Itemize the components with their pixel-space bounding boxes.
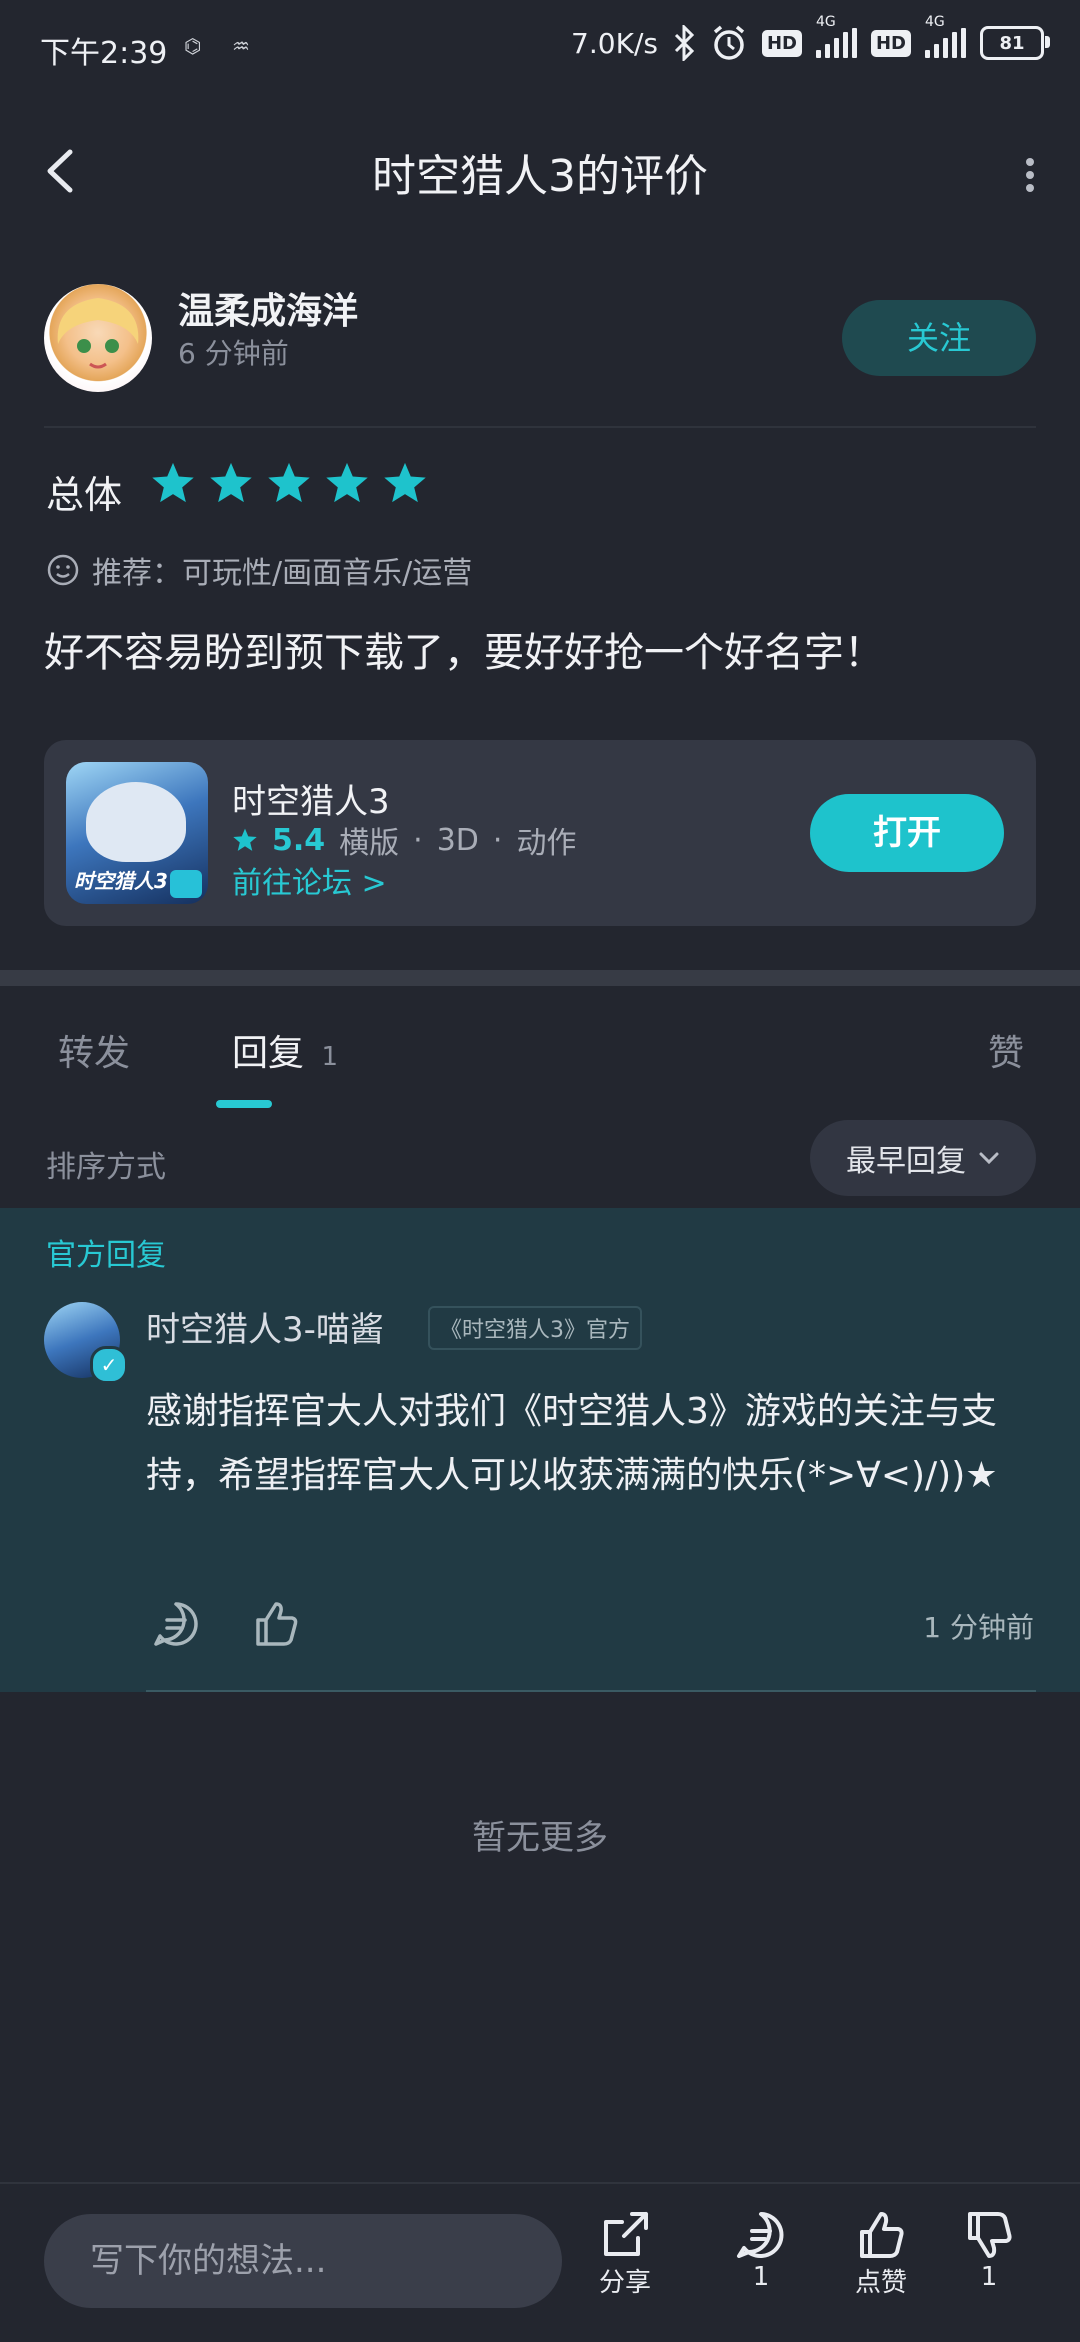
dislike-count: 1 <box>980 2262 998 2292</box>
thumbs-up-icon[interactable] <box>250 1598 302 1650</box>
notification-icon: ⌬ <box>184 34 202 58</box>
star-icon <box>233 828 257 851</box>
battery-icon: 81 <box>980 26 1050 60</box>
tab-indicator <box>216 1100 272 1108</box>
recommend-row: 推荐：可玩性/画面音乐/运营 <box>46 548 472 592</box>
tag-separator: · <box>492 822 503 858</box>
game-tag: 3D <box>436 822 479 858</box>
official-reply-text: 感谢指挥官大人对我们《时空猎人3》游戏的关注与支持，希望指挥官大人可以收获满满的… <box>146 1391 998 1496</box>
star-icon <box>210 462 252 503</box>
sort-value: 最早回复 <box>846 1144 966 1179</box>
sort-dropdown[interactable]: 最早回复 <box>810 1120 1036 1196</box>
game-tag: 动作 <box>516 826 577 861</box>
official-reply-label: 官方回复 <box>46 1238 166 1273</box>
game-name: 时空猎人3 <box>232 782 390 822</box>
reply-divider <box>146 1690 1036 1692</box>
tag-separator: · <box>413 822 423 858</box>
sort-label: 排序方式 <box>46 1150 166 1185</box>
thumbs-up-icon <box>860 2212 904 2258</box>
more-vertical-icon[interactable] <box>1020 150 1040 200</box>
comment-icon <box>737 2212 784 2258</box>
share-label: 分享 <box>598 2268 651 2298</box>
dislike-button[interactable]: 1 <box>962 2208 1016 2292</box>
tv-badge-icon <box>170 870 202 898</box>
star-icon <box>326 462 368 503</box>
official-tag: 《时空猎人3》官方 <box>428 1306 642 1350</box>
status-bar: 下午2:39 ⌬ ♒ 7.0K/s HD 4G HD 4G 81 <box>0 0 1080 96</box>
alarm-icon <box>713 25 745 60</box>
comment-input[interactable]: 写下你的想法... <box>44 2214 562 2308</box>
signal-bars-icon <box>815 28 857 58</box>
net-speed: 7.0K/s <box>571 26 658 60</box>
share-icon <box>604 2212 648 2256</box>
anime-avatar-icon <box>57 298 139 369</box>
comments-count: 1 <box>752 2262 770 2292</box>
review-text: 好不容易盼到预下载了，要好好抢一个好名字！ <box>44 630 884 676</box>
thumbs-down-icon <box>968 2212 1012 2258</box>
star-icon <box>384 462 426 503</box>
tab-reply-label: 回复 <box>232 1033 305 1074</box>
official-reply-time: 1 分钟前 <box>923 1611 1034 1644</box>
star-icon <box>152 462 194 503</box>
divider <box>44 426 1036 428</box>
follow-button[interactable]: 关注 <box>842 300 1036 376</box>
author-avatar[interactable] <box>44 284 152 392</box>
hd-badge-1: HD <box>761 29 802 57</box>
game-logo-text: 时空猎人3 <box>74 869 168 893</box>
bluetooth-icon <box>674 25 695 61</box>
comment-icon[interactable] <box>150 1598 202 1650</box>
tab-forward[interactable]: 转发 <box>58 1024 130 1076</box>
tab-reply[interactable]: 回复 1 <box>232 1024 338 1076</box>
author-name[interactable]: 温柔成海洋 <box>178 282 358 334</box>
open-game-button[interactable]: 打开 <box>810 794 1004 872</box>
wolf-illustration <box>86 782 186 862</box>
game-meta: 5.4 横版 · 3D · 动作 <box>232 818 576 862</box>
smile-icon <box>47 554 79 586</box>
official-name[interactable]: 时空猎人3-喵酱 <box>146 1302 384 1351</box>
official-actions <box>150 1598 302 1650</box>
tab-like[interactable]: 赞 <box>988 1024 1024 1076</box>
no-more-text: 暂无更多 <box>472 1818 608 1858</box>
share-button[interactable]: 分享 <box>598 2208 652 2299</box>
game-score: 5.4 <box>272 822 326 858</box>
tab-reply-count: 1 <box>321 1042 339 1072</box>
rating-stars <box>150 460 428 506</box>
star-icon <box>268 462 310 503</box>
page-title: 时空猎人3的评价 <box>372 151 708 202</box>
signal-2: 4G <box>925 14 966 58</box>
hd-badge-2: HD <box>870 29 911 57</box>
game-icon[interactable]: 时空猎人3 <box>66 762 208 904</box>
like-button[interactable]: 点赞 <box>854 2208 908 2299</box>
recommend-text: 推荐：可玩性/画面音乐/运营 <box>92 556 473 591</box>
comments-button[interactable]: 1 <box>734 2208 788 2292</box>
notification-icon-2: ♒ <box>232 34 250 58</box>
game-tag: 横版 <box>339 826 400 861</box>
like-label: 点赞 <box>854 2268 907 2298</box>
status-time: 下午2:39 <box>40 36 168 71</box>
signal-1: 4G <box>815 14 857 58</box>
section-separator <box>0 970 1080 986</box>
signal-bars-icon-2 <box>925 28 966 58</box>
verified-check-icon: ✓ <box>90 1346 128 1384</box>
chevron-down-icon <box>979 1152 999 1165</box>
status-right: 7.0K/s HD 4G HD 4G 81 <box>571 14 1050 62</box>
forum-link[interactable]: 前往论坛 > <box>232 858 387 902</box>
rating-label: 总体 <box>46 473 123 517</box>
post-time: 6 分钟前 <box>178 337 289 370</box>
